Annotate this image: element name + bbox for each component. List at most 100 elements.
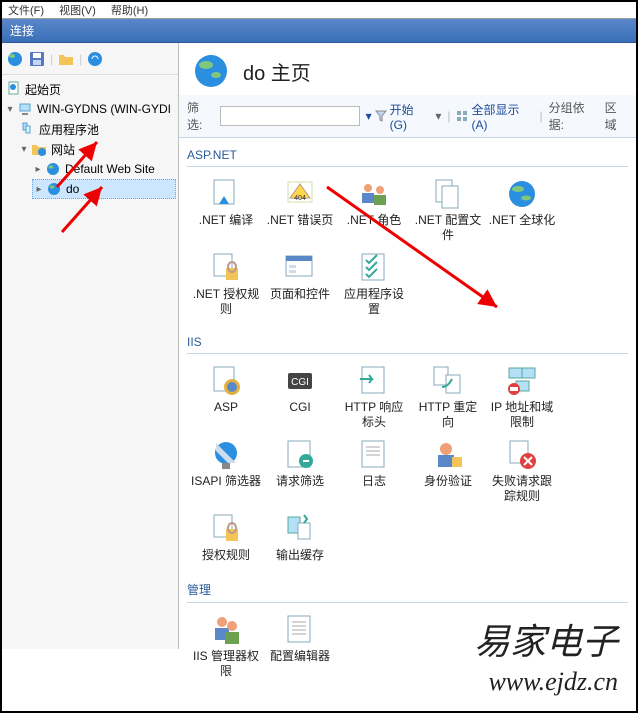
tile-isapi[interactable]: ISAPI 筛选器 bbox=[189, 434, 263, 508]
group-title: ASP.NET bbox=[187, 144, 628, 167]
tile-net-authz[interactable]: .NET 授权规则 bbox=[189, 247, 263, 321]
connections-panel: | | 起始页 ▾ WIN-GYDNS (WIN-GYDI 应用程序池 ▾ bbox=[2, 43, 179, 649]
globe-icon bbox=[193, 53, 229, 89]
tile-http-redirect[interactable]: HTTP 重定向 bbox=[411, 360, 485, 434]
globe-icon bbox=[505, 177, 539, 211]
tile-ip-restrict[interactable]: IP 地址和域限制 bbox=[485, 360, 559, 434]
tree-node-defaultsite[interactable]: ▸ Default Web Site bbox=[32, 159, 176, 179]
tile-net-compile[interactable]: .NET 编译 bbox=[189, 173, 263, 247]
tile-auth[interactable]: 身份验证 bbox=[411, 434, 485, 508]
filter-label: 筛选: bbox=[187, 99, 214, 133]
tile-net-errors[interactable]: 404.NET 错误页 bbox=[263, 173, 337, 247]
tile-failtrace[interactable]: 失败请求跟踪规则 bbox=[485, 434, 559, 508]
separator-icon: | bbox=[50, 52, 53, 66]
tile-reqfilter[interactable]: 请求筛选 bbox=[263, 434, 337, 508]
tile-http-headers[interactable]: HTTP 响应标头 bbox=[337, 360, 411, 434]
page-title: do 主页 bbox=[243, 57, 311, 86]
failtrace-icon bbox=[505, 438, 539, 472]
tile-net-global[interactable]: .NET 全球化 bbox=[485, 173, 559, 247]
collapse-icon[interactable]: ▾ bbox=[4, 104, 16, 115]
tree-node-server[interactable]: ▾ WIN-GYDNS (WIN-GYDI bbox=[4, 99, 176, 119]
site-icon bbox=[45, 180, 63, 198]
log-icon bbox=[357, 438, 391, 472]
tree[interactable]: 起始页 ▾ WIN-GYDNS (WIN-GYDI 应用程序池 ▾ 网站 ▸ D… bbox=[2, 75, 178, 203]
globe-icon[interactable] bbox=[6, 50, 24, 68]
cache-icon bbox=[283, 512, 317, 546]
tree-node-start[interactable]: 起始页 bbox=[4, 79, 176, 99]
tile-asp[interactable]: ASP bbox=[189, 360, 263, 434]
tile-authz[interactable]: 授权规则 bbox=[189, 508, 263, 567]
apppools-icon bbox=[18, 120, 36, 138]
tree-label: Default Web Site bbox=[65, 162, 155, 176]
watermark-cn: 易家电子 bbox=[474, 613, 618, 665]
tile-net-profile[interactable]: .NET 配置文件 bbox=[411, 173, 485, 247]
tile-outcache[interactable]: 输出缓存 bbox=[263, 508, 337, 567]
tree-label: 起始页 bbox=[25, 81, 61, 98]
error-icon: 404 bbox=[283, 177, 317, 211]
tree-label: 应用程序池 bbox=[39, 121, 99, 138]
separator-icon: | bbox=[539, 109, 542, 123]
separator-icon: | bbox=[79, 52, 82, 66]
compile-icon bbox=[209, 177, 243, 211]
tile-iismgr[interactable]: IIS 管理器权限 bbox=[189, 609, 263, 683]
appsettings-icon bbox=[357, 251, 391, 285]
view-icon bbox=[456, 110, 468, 122]
tile-net-roles[interactable]: .NET 角色 bbox=[337, 173, 411, 247]
content-header: do 主页 bbox=[179, 43, 636, 95]
separator-icon: | bbox=[447, 109, 450, 123]
folder-icon bbox=[30, 140, 48, 158]
watermark-url: www.ejdz.cn bbox=[488, 667, 618, 697]
ip-restrict-icon bbox=[505, 364, 539, 398]
server-icon bbox=[16, 100, 34, 118]
collapse-icon[interactable]: ▾ bbox=[18, 144, 30, 155]
groupby-value[interactable]: 区域 bbox=[605, 99, 628, 133]
cgi-icon: CGI bbox=[283, 364, 317, 398]
profile-icon bbox=[431, 177, 465, 211]
tree-label: 网站 bbox=[51, 141, 75, 158]
roles-icon bbox=[357, 177, 391, 211]
connections-header: 连接 bbox=[2, 18, 636, 43]
go-button[interactable]: ▾ 开始(G) bbox=[366, 101, 430, 132]
expand-icon[interactable]: ▸ bbox=[32, 164, 44, 175]
tree-node-do[interactable]: ▸ do bbox=[32, 179, 176, 199]
tile-cgi[interactable]: CGICGI bbox=[263, 360, 337, 434]
tree-label: WIN-GYDNS (WIN-GYDI bbox=[37, 102, 171, 116]
expand-icon[interactable]: ▸ bbox=[33, 184, 45, 195]
sidebar-toolbar[interactable]: | | bbox=[2, 43, 178, 75]
group-aspnet: ASP.NET .NET 编译 404.NET 错误页 .NET 角色 .NET… bbox=[179, 138, 636, 325]
folder-open-icon[interactable] bbox=[57, 50, 75, 68]
iismgr-icon bbox=[209, 613, 243, 647]
tree-node-sites[interactable]: ▾ 网站 bbox=[18, 139, 176, 159]
showall-button[interactable]: 全部显示(A) bbox=[456, 101, 533, 132]
save-icon[interactable] bbox=[28, 50, 46, 68]
iis-grid: ASP CGICGI HTTP 响应标头 HTTP 重定向 IP 地址和域限制 … bbox=[187, 354, 628, 569]
tree-node-apppools[interactable]: 应用程序池 bbox=[18, 119, 176, 139]
menu-help[interactable]: 帮助(H) bbox=[111, 5, 148, 17]
redirect-icon bbox=[431, 364, 465, 398]
svg-text:CGI: CGI bbox=[291, 377, 309, 388]
lock-icon bbox=[209, 251, 243, 285]
filter-input[interactable] bbox=[220, 106, 360, 126]
tile-log[interactable]: 日志 bbox=[337, 434, 411, 508]
menu-view[interactable]: 视图(V) bbox=[59, 5, 96, 17]
cfgeditor-icon bbox=[283, 613, 317, 647]
tree-label: do bbox=[66, 182, 79, 196]
groupby-label: 分组依据: bbox=[549, 99, 599, 133]
group-iis: IIS ASP CGICGI HTTP 响应标头 HTTP 重定向 IP 地址和… bbox=[179, 325, 636, 571]
content-pane: do 主页 筛选: ▾ 开始(G) ▾ | 全部显示(A) | 分组依据: 区域… bbox=[179, 43, 636, 649]
menu-file[interactable]: 文件(F) bbox=[8, 5, 44, 17]
tree-refresh-icon[interactable] bbox=[86, 50, 104, 68]
group-title: 管理 bbox=[187, 577, 628, 603]
menubar[interactable]: 文件(F) 视图(V) 帮助(H) bbox=[2, 2, 636, 18]
group-title: IIS bbox=[187, 331, 628, 354]
tile-app-settings[interactable]: 应用程序设置 bbox=[337, 247, 411, 321]
aspnet-grid: .NET 编译 404.NET 错误页 .NET 角色 .NET 配置文件 .N… bbox=[187, 167, 628, 323]
authz-icon bbox=[209, 512, 243, 546]
tile-pages-controls[interactable]: 页面和控件 bbox=[263, 247, 337, 321]
home-icon bbox=[4, 80, 22, 98]
svg-text:404: 404 bbox=[294, 195, 306, 202]
headers-icon bbox=[357, 364, 391, 398]
isapi-icon bbox=[209, 438, 243, 472]
tile-cfg-editor[interactable]: 配置编辑器 bbox=[263, 609, 337, 683]
auth-icon bbox=[431, 438, 465, 472]
